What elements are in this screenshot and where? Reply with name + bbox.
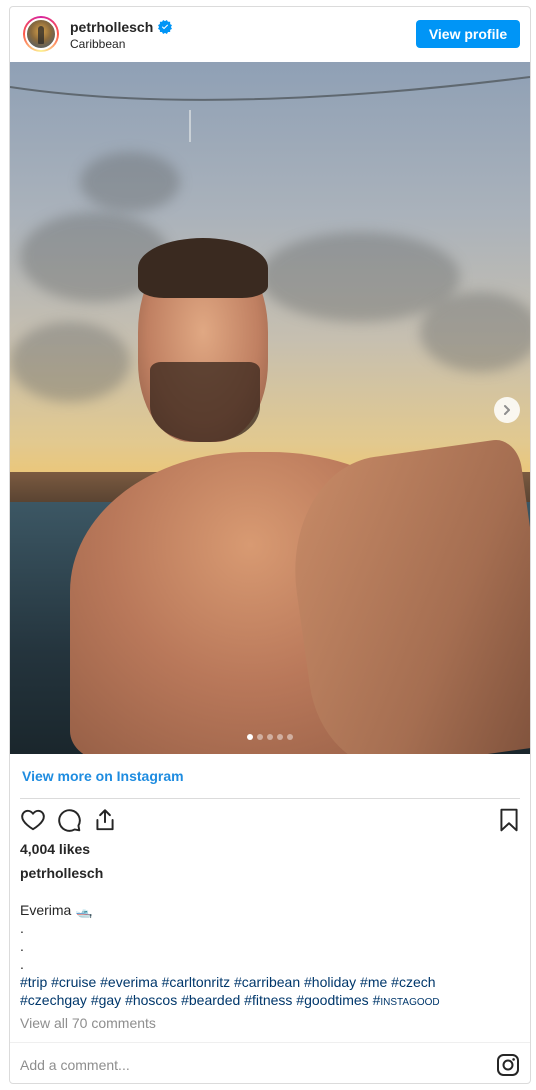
verified-badge-icon: [158, 20, 173, 34]
cloud: [420, 292, 530, 372]
caption-dot: .: [20, 956, 24, 972]
avatar-image: [25, 18, 57, 50]
carousel-dots: [10, 734, 530, 740]
add-comment-field[interactable]: Add a comment...: [20, 1057, 130, 1073]
post-photo[interactable]: [10, 62, 530, 754]
divider: [20, 798, 520, 799]
location-link[interactable]: Caribbean: [70, 37, 125, 51]
carousel-dot: [277, 734, 283, 740]
cloud: [80, 152, 180, 212]
caption-title: Everima 🛥️: [20, 902, 93, 918]
view-profile-button[interactable]: View profile: [416, 20, 520, 48]
caption-dot: .: [20, 938, 24, 954]
hashtags-line[interactable]: #trip #cruise #everima #carltonritz #car…: [20, 973, 520, 991]
share-icon[interactable]: [92, 807, 118, 833]
carousel-dot: [267, 734, 273, 740]
avatar[interactable]: [23, 16, 59, 52]
hashtags-text: #czechgay #gay #hoscos #bearded #fitness…: [20, 992, 381, 1008]
glass-railing: [10, 76, 530, 142]
instagram-embed-card: petrhollesch Caribbean View profile View…: [9, 6, 531, 1084]
post-caption: Everima 🛥️ . . . #trip #cruise #everima …: [20, 901, 520, 1009]
view-more-link[interactable]: View more on Instagram: [22, 768, 184, 784]
instagram-icon[interactable]: [496, 1053, 520, 1077]
divider: [10, 1042, 530, 1043]
carousel-dot: [247, 734, 253, 740]
hashtag-instagood[interactable]: instagood: [380, 992, 439, 1008]
carousel-dot: [257, 734, 263, 740]
carousel-dot: [287, 734, 293, 740]
view-all-comments-link[interactable]: View all 70 comments: [20, 1015, 156, 1031]
post-header: petrhollesch Caribbean View profile: [10, 7, 530, 62]
cloud: [10, 322, 130, 402]
heart-icon[interactable]: [20, 807, 46, 833]
username-link[interactable]: petrhollesch: [70, 19, 153, 35]
caption-username[interactable]: petrhollesch: [20, 865, 103, 881]
comment-icon[interactable]: [56, 807, 82, 833]
action-bar: [20, 807, 520, 835]
caption-dot: .: [20, 920, 24, 936]
person-hair: [138, 238, 268, 298]
bookmark-icon[interactable]: [496, 807, 522, 833]
next-slide-button[interactable]: [494, 397, 520, 423]
likes-count[interactable]: 4,004 likes: [20, 841, 90, 857]
chevron-right-icon: [504, 405, 510, 415]
username-row: petrhollesch: [70, 19, 173, 35]
hashtags-line[interactable]: #czechgay #gay #hoscos #bearded #fitness…: [20, 991, 520, 1009]
person-beard: [150, 362, 260, 442]
